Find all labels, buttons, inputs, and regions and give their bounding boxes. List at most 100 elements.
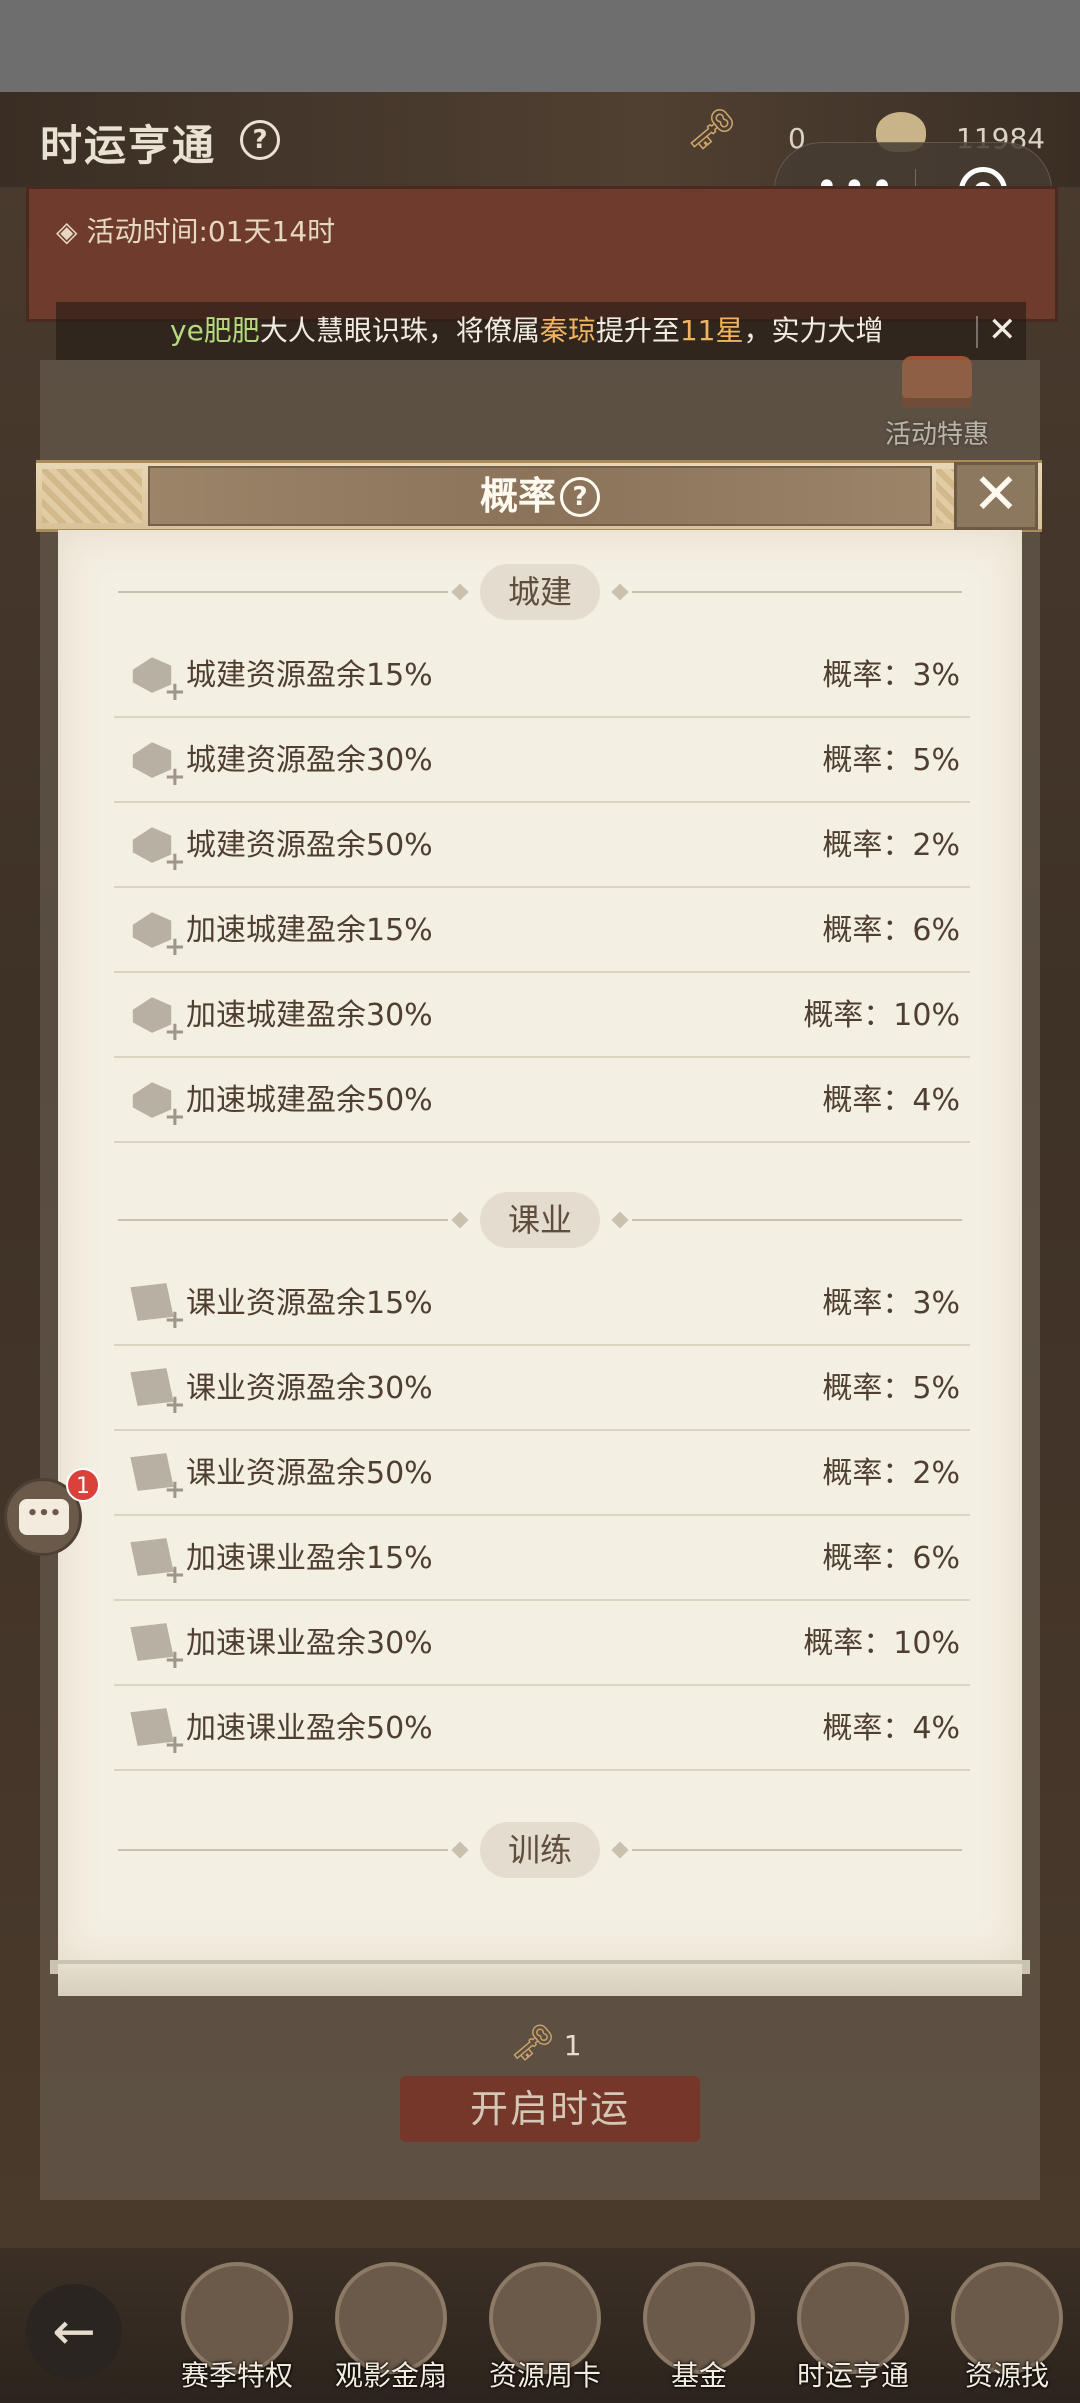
list-item: + 城建资源盈余15% 概率：3% xyxy=(114,633,970,718)
nav-item-label: 时运亨通 xyxy=(796,2359,909,2392)
nav-item-season-privilege[interactable]: 赛季特权 xyxy=(172,2262,302,2403)
list-item: + 加速城建盈余30% 概率：10% xyxy=(114,973,970,1058)
diamond-ornament xyxy=(611,583,629,601)
list-item: + 课业资源盈余30% 概率：5% xyxy=(114,1346,970,1431)
nav-item-golden-fan[interactable]: 观影金扇 xyxy=(326,2262,456,2403)
diamond-ornament xyxy=(611,1841,629,1859)
nav-item-label: 资源周卡 xyxy=(488,2359,601,2392)
key-cost-value: 1 xyxy=(563,2029,582,2062)
item-probability: 概率：10% xyxy=(803,1626,960,1661)
nav-item-label: 观影金扇 xyxy=(334,2359,447,2392)
nav-item-label: 资源找 xyxy=(964,2359,1049,2392)
marquee-stars: 11星 xyxy=(679,314,744,347)
item-probability: 概率：10% xyxy=(803,998,960,1033)
marquee-hero: 秦琼 xyxy=(539,314,596,347)
diamond-icon: ◈ xyxy=(56,215,87,248)
item-name: 加速城建盈余15% xyxy=(186,913,433,948)
item-name: 加速课业盈余15% xyxy=(186,1541,433,1576)
divider-line xyxy=(632,1849,962,1851)
probability-list[interactable]: 城建 + 城建资源盈余15% 概率：3% + 城建资源盈余30% 概率：5% +… xyxy=(58,530,1022,1964)
marquee-text-3: ，实力大增 xyxy=(743,314,884,347)
section-title: 课业 xyxy=(480,1192,600,1248)
marquee-player: ye肥肥 xyxy=(170,314,260,347)
list-item: + 课业资源盈余50% 概率：2% xyxy=(114,1431,970,1516)
item-probability: 概率：4% xyxy=(822,1711,960,1746)
activity-time-label: 活动时间: xyxy=(86,215,208,248)
item-probability: 概率：4% xyxy=(822,1083,960,1118)
list-item: + 城建资源盈余30% 概率：5% xyxy=(114,718,970,803)
paper-bottom xyxy=(58,1964,1022,1996)
item-probability: 概率：3% xyxy=(822,658,960,693)
plus-icon: + xyxy=(164,1475,186,1505)
nav-item-label: 赛季特权 xyxy=(180,2359,293,2392)
divider-line xyxy=(118,591,448,593)
section-header: 城建 xyxy=(58,564,1022,620)
item-probability: 概率：5% xyxy=(822,1371,960,1406)
back-button[interactable]: ← xyxy=(26,2284,122,2380)
divider-line xyxy=(118,1849,448,1851)
plus-icon: + xyxy=(164,1305,186,1335)
item-probability: 概率：6% xyxy=(822,913,960,948)
system-status-area xyxy=(0,0,1080,92)
activity-time: ◈ 活动时间:01天14时 xyxy=(56,210,335,250)
section-title: 训练 xyxy=(480,1822,600,1878)
divider-line xyxy=(632,1219,962,1221)
section-header: 课业 xyxy=(58,1192,1022,1248)
item-probability: 概率：3% xyxy=(822,1286,960,1321)
item-probability: 概率：2% xyxy=(822,828,960,863)
nav-item-fortune[interactable]: 时运亨通 xyxy=(788,2262,918,2403)
dialog-title-text: 概率 xyxy=(479,474,556,518)
plus-icon: + xyxy=(164,677,186,707)
event-title: 时运亨通 xyxy=(40,121,217,170)
nav-item-resource-find[interactable]: 资源找 xyxy=(942,2262,1072,2403)
section-header: 训练 xyxy=(58,1822,1022,1878)
plus-icon: + xyxy=(164,932,186,962)
item-name: 加速课业盈余30% xyxy=(186,1626,433,1661)
plus-icon: + xyxy=(164,1390,186,1420)
item-name: 课业资源盈余15% xyxy=(186,1286,433,1321)
nav-item-label: 基金 xyxy=(670,2359,727,2392)
list-item: + 加速课业盈余30% 概率：10% xyxy=(114,1601,970,1686)
key-icon: 🗝 xyxy=(510,2023,556,2064)
item-name: 城建资源盈余30% xyxy=(186,743,433,778)
activity-time-value: 01天14时 xyxy=(207,215,336,248)
plus-icon: + xyxy=(164,1645,186,1675)
key-cost: 🗝 1 xyxy=(510,2022,582,2064)
marquee-divider xyxy=(976,316,978,348)
help-icon[interactable]: ? xyxy=(240,120,280,160)
item-name: 课业资源盈余50% xyxy=(186,1456,433,1491)
item-probability: 概率：5% xyxy=(822,743,960,778)
plus-icon: + xyxy=(164,762,186,792)
list-item: + 加速城建盈余15% 概率：6% xyxy=(114,888,970,973)
notification-badge: 1 xyxy=(66,1468,100,1502)
item-name: 城建资源盈余15% xyxy=(186,658,433,693)
divider-line xyxy=(632,591,962,593)
item-name: 加速城建盈余30% xyxy=(186,998,433,1033)
nav-item-weekly-card[interactable]: 资源周卡 xyxy=(480,2262,610,2403)
dialog-title: 概率? xyxy=(0,468,1080,524)
list-item: + 课业资源盈余15% 概率：3% xyxy=(114,1261,970,1346)
plus-icon: + xyxy=(164,1102,186,1132)
key-icon: 🗝 xyxy=(686,107,737,153)
plus-icon: + xyxy=(164,1730,186,1760)
diamond-ornament xyxy=(451,1211,469,1229)
item-name: 加速课业盈余50% xyxy=(186,1711,433,1746)
item-probability: 概率：2% xyxy=(822,1456,960,1491)
nav-item-fund[interactable]: 基金 xyxy=(634,2262,764,2403)
plus-icon: + xyxy=(164,847,186,877)
list-item: + 加速课业盈余50% 概率：4% xyxy=(114,1686,970,1771)
item-probability: 概率：6% xyxy=(822,1541,960,1576)
close-icon[interactable]: ✕ xyxy=(988,310,1017,350)
list-item: + 加速城建盈余50% 概率：4% xyxy=(114,1058,970,1143)
help-icon[interactable]: ? xyxy=(560,477,600,517)
section-title: 城建 xyxy=(480,564,600,620)
plus-icon: + xyxy=(164,1017,186,1047)
item-name: 加速城建盈余50% xyxy=(186,1083,433,1118)
marquee-text-1: 大人慧眼识珠，将僚属 xyxy=(259,314,540,347)
chat-icon: ••• xyxy=(19,1499,69,1535)
dialog-close-button[interactable]: ✕ xyxy=(954,462,1038,530)
start-fortune-button[interactable]: 开启时运 xyxy=(400,2076,700,2142)
diamond-ornament xyxy=(451,583,469,601)
diamond-ornament xyxy=(611,1211,629,1229)
marquee-text-2: 提升至 xyxy=(595,314,680,347)
